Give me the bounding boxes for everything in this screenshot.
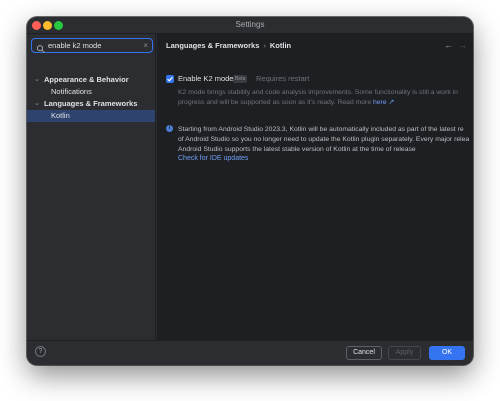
chevron-down-icon[interactable]: ⌄ bbox=[33, 74, 41, 86]
k2-description-text: K2 mode brings stability and code analys… bbox=[178, 89, 458, 106]
breadcrumb-separator: › bbox=[263, 41, 266, 50]
info-line: Android Studio supports the latest stabl… bbox=[178, 146, 416, 153]
enable-k2-label[interactable]: Enable K2 mode bbox=[178, 74, 233, 83]
title-bar: Settings bbox=[27, 17, 473, 34]
navigation-arrows: ← → bbox=[444, 40, 467, 50]
checkmark-icon bbox=[167, 76, 173, 82]
settings-content: Languages & Frameworks › Kotlin ← → Enable … bbox=[157, 34, 473, 340]
apply-button[interactable]: Apply bbox=[388, 346, 421, 360]
ok-button[interactable]: OK bbox=[429, 346, 465, 360]
settings-sidebar: × ⌄ Appearance & Behavior Notifications … bbox=[27, 34, 156, 340]
breadcrumb: Languages & Frameworks › Kotlin bbox=[166, 41, 291, 50]
requires-restart-hint: Requires restart bbox=[256, 74, 310, 83]
info-icon: i bbox=[166, 125, 173, 132]
window-title: Settings bbox=[235, 20, 265, 29]
search-box[interactable]: × bbox=[31, 38, 153, 54]
info-line: of Android Studio so you no longer need … bbox=[178, 136, 470, 143]
sidebar-item-label: Languages & Frameworks bbox=[44, 99, 138, 108]
read-more-link[interactable]: here ↗ bbox=[373, 99, 394, 106]
kotlin-update-info: Starting from Android Studio 2023.3, Kot… bbox=[178, 125, 470, 155]
sidebar-item-languages-frameworks[interactable]: ⌄ Languages & Frameworks bbox=[27, 98, 155, 110]
settings-window: Settings × ⌄ Appearance & Behavior Notif… bbox=[27, 17, 473, 365]
beta-badge: Beta bbox=[233, 75, 248, 83]
enable-k2-checkbox[interactable] bbox=[166, 75, 174, 83]
k2-description: K2 mode brings stability and code analys… bbox=[178, 88, 468, 108]
search-icon bbox=[36, 41, 46, 54]
breadcrumb-kotlin: Kotlin bbox=[269, 41, 292, 50]
sidebar-item-label: Notifications bbox=[51, 87, 92, 96]
sidebar-item-kotlin[interactable]: Kotlin bbox=[27, 110, 155, 122]
check-ide-updates-link[interactable]: Check for IDE updates bbox=[178, 155, 248, 162]
cancel-button[interactable]: Cancel bbox=[346, 346, 382, 360]
search-input[interactable] bbox=[48, 40, 138, 51]
breadcrumb-languages-frameworks[interactable]: Languages & Frameworks bbox=[166, 41, 259, 50]
sidebar-item-label: Kotlin bbox=[51, 111, 70, 120]
help-button[interactable]: ? bbox=[35, 346, 46, 357]
clear-search-icon[interactable]: × bbox=[143, 40, 148, 51]
sidebar-item-appearance-behavior[interactable]: ⌄ Appearance & Behavior bbox=[27, 74, 155, 86]
info-line: Starting from Android Studio 2023.3, Kot… bbox=[178, 126, 464, 133]
sidebar-item-label: Appearance & Behavior bbox=[44, 75, 129, 84]
dialog-footer: ? Cancel Apply OK bbox=[27, 340, 473, 365]
back-arrow-icon[interactable]: ← bbox=[444, 40, 453, 50]
chevron-down-icon[interactable]: ⌄ bbox=[33, 98, 41, 110]
sidebar-item-notifications[interactable]: Notifications bbox=[27, 86, 155, 98]
forward-arrow-icon[interactable]: → bbox=[458, 40, 467, 50]
